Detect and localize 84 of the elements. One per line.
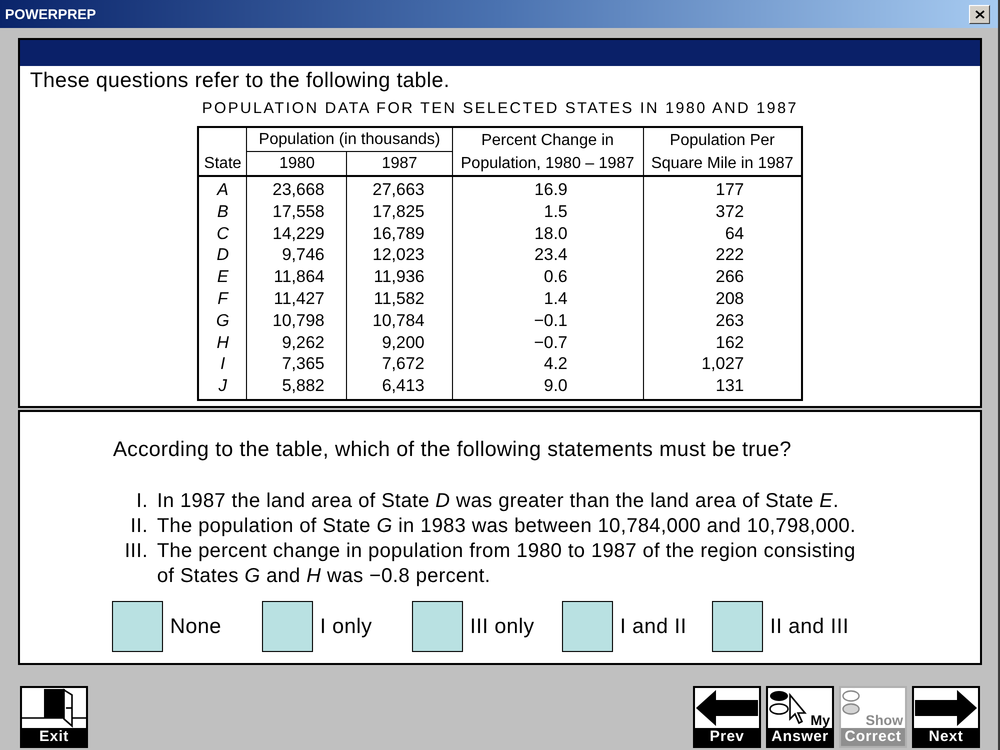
choice-label: None <box>170 614 222 638</box>
table-cell: J <box>198 375 247 400</box>
statement-text: The percent change in population from 1980 to 1987 of the region consisting of States G and H was −0.8 percent. <box>157 539 857 589</box>
table-cell: 266 <box>643 266 802 288</box>
table-cell: D <box>198 244 247 266</box>
table-cell: −0.7 <box>452 332 643 354</box>
table-cell: 16.9 <box>452 176 643 201</box>
choice-label: III only <box>470 614 534 638</box>
table-cell: 27,663 <box>346 176 452 201</box>
table-cell: C <box>198 222 247 244</box>
table-cell: 0.6 <box>452 266 643 288</box>
table-cell: 5,882 <box>246 375 347 400</box>
door-icon <box>22 688 86 728</box>
table-cell: 9.0 <box>452 375 643 400</box>
table-cell: 7,365 <box>246 353 347 376</box>
table-cell: 14,229 <box>246 222 347 244</box>
table-cell: 12,023 <box>346 244 452 266</box>
column-header: State <box>198 127 247 176</box>
statement-numeral: I. <box>135 489 148 514</box>
answer-box[interactable] <box>112 601 163 652</box>
close-icon <box>974 10 984 18</box>
answer-box[interactable] <box>412 601 463 652</box>
answer-box[interactable] <box>562 601 613 652</box>
table-cell: B <box>198 200 247 223</box>
table-cell: 131 <box>643 375 802 400</box>
choice-label: I only <box>320 614 372 638</box>
table-cell: 11,582 <box>346 288 452 310</box>
table-cell: 10,798 <box>246 310 347 332</box>
table-cell: 208 <box>643 288 802 310</box>
table-cell: 11,864 <box>246 266 347 288</box>
table-cell: 1,027 <box>643 353 802 376</box>
question-stem: According to the table, which of the following statements must be true? <box>113 438 792 462</box>
table-cell: 17,825 <box>346 200 452 223</box>
table-cell: 222 <box>643 244 802 266</box>
table-cell: H <box>198 332 247 354</box>
table-cell: 9,262 <box>246 332 347 354</box>
table-cell: G <box>198 310 247 332</box>
table-cell: F <box>198 288 247 310</box>
choice-label: II and III <box>770 614 849 638</box>
table-cell: 9,746 <box>246 244 347 266</box>
choice-label: I and II <box>620 614 687 638</box>
close-button[interactable] <box>969 4 990 24</box>
answer-box[interactable] <box>262 601 313 652</box>
table-cell: 17,558 <box>246 200 347 223</box>
table-cell: A <box>198 176 247 201</box>
left-arrow-icon <box>696 690 758 726</box>
table-cell: 4.2 <box>452 353 643 376</box>
statement-numeral: III. <box>124 539 148 564</box>
table-cell: E <box>198 266 247 288</box>
window-title: POWERPREP <box>5 5 96 23</box>
table-cell: 1.5 <box>452 200 643 223</box>
table-cell: 23.4 <box>452 244 643 266</box>
intro-text: These questions refer to the following table. <box>30 69 450 93</box>
prev-button[interactable]: Prev <box>693 686 761 748</box>
column-header: 1980 <box>246 152 347 176</box>
table-cell: 9,200 <box>346 332 452 354</box>
table-cell: −0.1 <box>452 310 643 332</box>
ovals-icon <box>842 690 860 716</box>
table-cell: 372 <box>643 200 802 223</box>
table-cell: 18.0 <box>452 222 643 244</box>
exit-button[interactable]: Exit <box>20 686 88 748</box>
table-cell: 162 <box>643 332 802 354</box>
table-cell: 23,668 <box>246 176 347 201</box>
table-cell: 7,672 <box>346 353 452 376</box>
table-cell: 11,427 <box>246 288 347 310</box>
answer-box[interactable] <box>712 601 763 652</box>
table-cell: I <box>198 353 247 376</box>
table-cell: 64 <box>643 222 802 244</box>
right-arrow-icon <box>915 690 977 726</box>
table-cell: 263 <box>643 310 802 332</box>
next-button[interactable]: Next <box>912 686 980 748</box>
table-cell: 11,936 <box>346 266 452 288</box>
table-cell: 16,789 <box>346 222 452 244</box>
statement-text: In 1987 the land area of State D was greater than the land area of State E. <box>157 489 840 514</box>
statement-text: The population of State G in 1983 was between 10,784,000 and 10,798,000. <box>157 514 857 539</box>
table-cell: 10,784 <box>346 310 452 332</box>
column-header: Percent Change in Population, 1980 – 1987 <box>452 127 643 176</box>
column-header: Population (in thousands) <box>246 127 452 152</box>
statement-numeral: II. <box>129 514 148 539</box>
table-cell: 177 <box>643 176 802 201</box>
table-cell: 1.4 <box>452 288 643 310</box>
table-title: POPULATION DATA FOR TEN SELECTED STATES IN 1980 AND 1987 <box>202 99 798 119</box>
my-answer-button[interactable]: My Answer <box>766 686 834 748</box>
table-cell: 6,413 <box>346 375 452 400</box>
